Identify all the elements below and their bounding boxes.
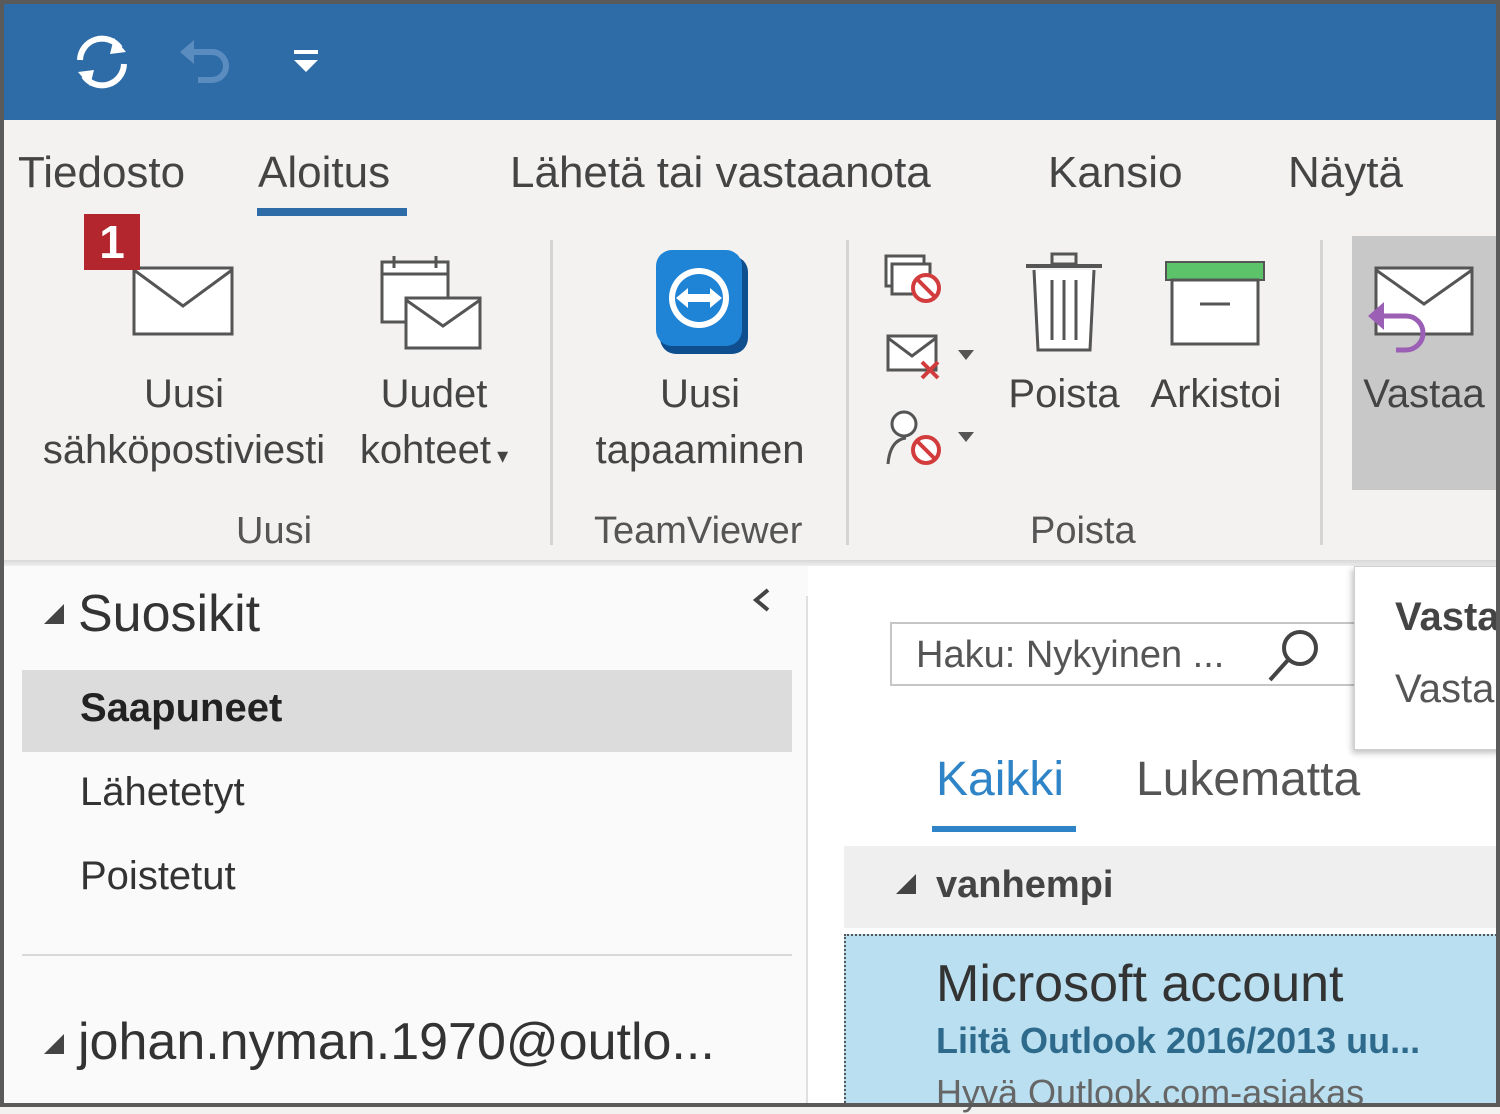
reply-dropdown-item[interactable]: Vasta xyxy=(1395,667,1494,712)
delete-button[interactable]: Poista xyxy=(1004,366,1124,422)
step-badge: 1 xyxy=(84,214,140,270)
message-group-label[interactable]: vanhempi xyxy=(936,864,1113,907)
active-tab-indicator xyxy=(257,208,407,216)
expand-triangle-icon[interactable] xyxy=(44,604,64,624)
new-meeting-label-line1: Uusi xyxy=(659,372,741,416)
teamviewer-icon xyxy=(654,248,750,356)
trash-icon xyxy=(1024,252,1104,356)
ignore-icon[interactable] xyxy=(884,252,946,306)
folder-sent[interactable]: Lähetetyt xyxy=(80,770,245,815)
tab-home[interactable]: Aloitus xyxy=(258,148,390,198)
reply-dropdown: Vasta Vasta xyxy=(1354,566,1500,750)
expand-triangle-icon[interactable] xyxy=(44,1034,64,1054)
folder-pane-separator xyxy=(22,954,792,956)
archive-button[interactable]: Arkistoi xyxy=(1140,366,1292,422)
group-label-teamviewer: TeamViewer xyxy=(594,510,803,552)
filter-unread-tab[interactable]: Lukematta xyxy=(1136,752,1360,807)
filter-active-indicator xyxy=(932,826,1076,832)
ribbon-group-separator xyxy=(846,240,849,545)
archive-icon xyxy=(1164,260,1268,348)
new-items-button[interactable]: Uudet kohteet ▾ xyxy=(346,366,522,484)
group-label-new: Uusi xyxy=(236,510,313,552)
message-subject: Liitä Outlook 2016/2013 uu... xyxy=(936,1020,1421,1061)
new-items-label-line2: kohteet ▾ xyxy=(359,428,509,472)
tab-folder[interactable]: Kansio xyxy=(1048,148,1183,198)
message-preview: Hyvä Outlook.com-asiakas xyxy=(936,1072,1365,1113)
ribbon-group-separator xyxy=(1320,240,1323,545)
favorites-heading[interactable]: Suosikit xyxy=(78,584,260,644)
new-email-button[interactable]: Uusi sähköpostiviesti xyxy=(36,366,332,478)
folder-inbox[interactable]: Saapuneet xyxy=(80,686,282,731)
undo-icon xyxy=(172,30,236,94)
customize-quick-access-icon[interactable] xyxy=(274,30,338,94)
collapse-pane-icon[interactable] xyxy=(748,586,776,614)
envelope-icon xyxy=(132,266,236,338)
clean-up-icon[interactable] xyxy=(884,330,980,384)
group-label-delete: Poista xyxy=(1030,510,1136,552)
new-email-label-line2: sähköpostiviesti xyxy=(42,428,326,472)
reply-label: Vastaa xyxy=(1363,372,1485,416)
new-items-icon xyxy=(380,254,484,354)
new-email-label-line1: Uusi xyxy=(143,372,225,416)
search-placeholder: Haku: Nykyinen ... xyxy=(916,634,1225,676)
filter-all-tab[interactable]: Kaikki xyxy=(936,752,1064,807)
new-meeting-label-line2: tapaaminen xyxy=(595,428,805,472)
expand-triangle-icon[interactable] xyxy=(896,874,916,894)
new-meeting-button[interactable]: Uusi tapaaminen xyxy=(584,366,816,478)
message-sender: Microsoft account xyxy=(936,955,1344,1013)
folder-deleted[interactable]: Poistetut xyxy=(80,854,236,899)
junk-icon[interactable] xyxy=(884,408,980,468)
reply-icon xyxy=(1366,264,1476,364)
search-icon[interactable] xyxy=(1264,626,1324,686)
tab-send-receive[interactable]: Lähetä tai vastaanota xyxy=(510,148,931,198)
reply-dropdown-item[interactable]: Vasta xyxy=(1395,595,1500,640)
tab-view[interactable]: Näytä xyxy=(1288,148,1403,198)
sync-icon[interactable] xyxy=(70,30,134,94)
ribbon-group-separator xyxy=(550,240,553,545)
tab-file[interactable]: Tiedosto xyxy=(18,148,185,198)
new-items-label-line1: Uudet xyxy=(380,372,488,416)
account-heading[interactable]: johan.nyman.1970@outlo... xyxy=(78,1012,715,1072)
